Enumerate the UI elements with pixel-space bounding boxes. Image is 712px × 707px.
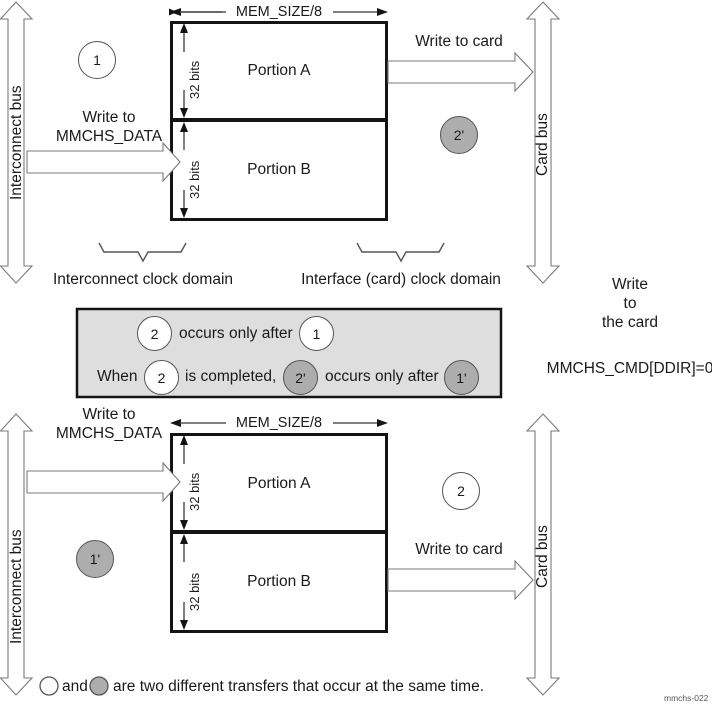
- bottom-32bits-label-a: 32 bits: [187, 472, 202, 512]
- legend-line1-marker-1: 1: [299, 316, 334, 351]
- legend-line2-text: occurs only after: [325, 368, 439, 385]
- bottom-write-card-arrow: [387, 559, 534, 601]
- bottom-write-data-arrow: [26, 461, 181, 503]
- top-portion-b-label: Portion B: [247, 161, 311, 178]
- bottom-memsize-label: MEM_SIZE/8: [235, 415, 323, 431]
- diagram-canvas: [0, 1, 561, 696]
- top-card-bus-label: Card bus: [534, 113, 551, 177]
- top-write-card-label: Write to card: [415, 33, 503, 50]
- right-note-cmd: MMCHS_CMD[DDIR]=0: [546, 360, 712, 377]
- top-marker-1-text: 1: [93, 52, 101, 68]
- bottom-portion-a-label: Portion A: [247, 475, 311, 492]
- top-write-data-label-1: Write to: [82, 109, 136, 126]
- top-marker-2-prime-text: 2': [453, 127, 465, 143]
- top-interconnect-clock-domain-label: Interconnect clock domain: [52, 271, 234, 288]
- bottom-interconnect-bus-label: Interconnect bus: [8, 529, 25, 645]
- footer-and-label: and: [62, 678, 88, 695]
- bottom-marker-1-prime: 1': [76, 540, 114, 578]
- top-write-card-arrow: [387, 51, 534, 93]
- legend-line2-marker-2: 2: [144, 360, 179, 395]
- legend-line2-marker-2-prime: 2': [283, 360, 318, 395]
- top-marker-1: 1: [78, 41, 116, 79]
- footer-white-circle-icon: [39, 676, 59, 696]
- top-write-data-arrow: [26, 141, 181, 183]
- top-marker-2-prime: 2': [440, 116, 478, 154]
- bottom-write-data-label-1: Write to: [82, 406, 136, 423]
- legend-line1-marker-1-text: 1: [312, 325, 321, 342]
- legend-line2-marker-1-prime-text: 1': [456, 369, 467, 386]
- top-interface-clock-domain-label: Interface (card) clock domain: [301, 271, 501, 288]
- legend-line1-text: occurs only after: [179, 325, 293, 342]
- bottom-portion-b-label: Portion B: [247, 573, 311, 590]
- right-note-line-3: the card: [601, 314, 659, 331]
- top-interface-clock-domain-brace: [356, 242, 445, 263]
- top-memsize-label: MEM_SIZE/8: [235, 4, 323, 20]
- bottom-write-data-label-2: MMCHS_DATA: [55, 425, 163, 442]
- bottom-card-bus-label: Card bus: [534, 525, 551, 589]
- bottom-marker-2-text: 2: [457, 483, 465, 499]
- legend-line2-marker-2-prime-text: 2': [295, 369, 306, 386]
- legend-line2-mid: is completed,: [185, 368, 277, 385]
- top-interconnect-clock-domain-brace: [98, 242, 187, 263]
- top-32bits-label-b: 32 bits: [187, 160, 202, 200]
- legend-line2-marker-1-prime: 1': [444, 360, 479, 395]
- right-note-line-1: Write: [612, 276, 648, 293]
- bottom-marker-1-prime-text: 1': [89, 551, 101, 567]
- top-interconnect-bus-label: Interconnect bus: [8, 85, 25, 201]
- bottom-32bits-label-b: 32 bits: [187, 572, 202, 612]
- top-portion-a-label: Portion A: [247, 62, 311, 79]
- top-32bits-label-a: 32 bits: [187, 60, 202, 100]
- footer-tail-label: are two different transfers that occur a…: [113, 678, 485, 695]
- right-note-line-2: to: [623, 295, 637, 312]
- footer-gray-circle-icon: [89, 676, 109, 696]
- legend-line2-marker-2-text: 2: [157, 369, 166, 386]
- bottom-marker-2: 2: [442, 472, 480, 510]
- figure-id-label: mmchs-022: [664, 693, 709, 703]
- legend-line1-marker-2-text: 2: [150, 325, 159, 342]
- top-write-data-label-2: MMCHS_DATA: [55, 128, 163, 145]
- legend-line1-marker-2: 2: [137, 316, 172, 351]
- bottom-write-card-label: Write to card: [415, 541, 503, 558]
- legend-line2-prefix: When: [97, 368, 138, 385]
